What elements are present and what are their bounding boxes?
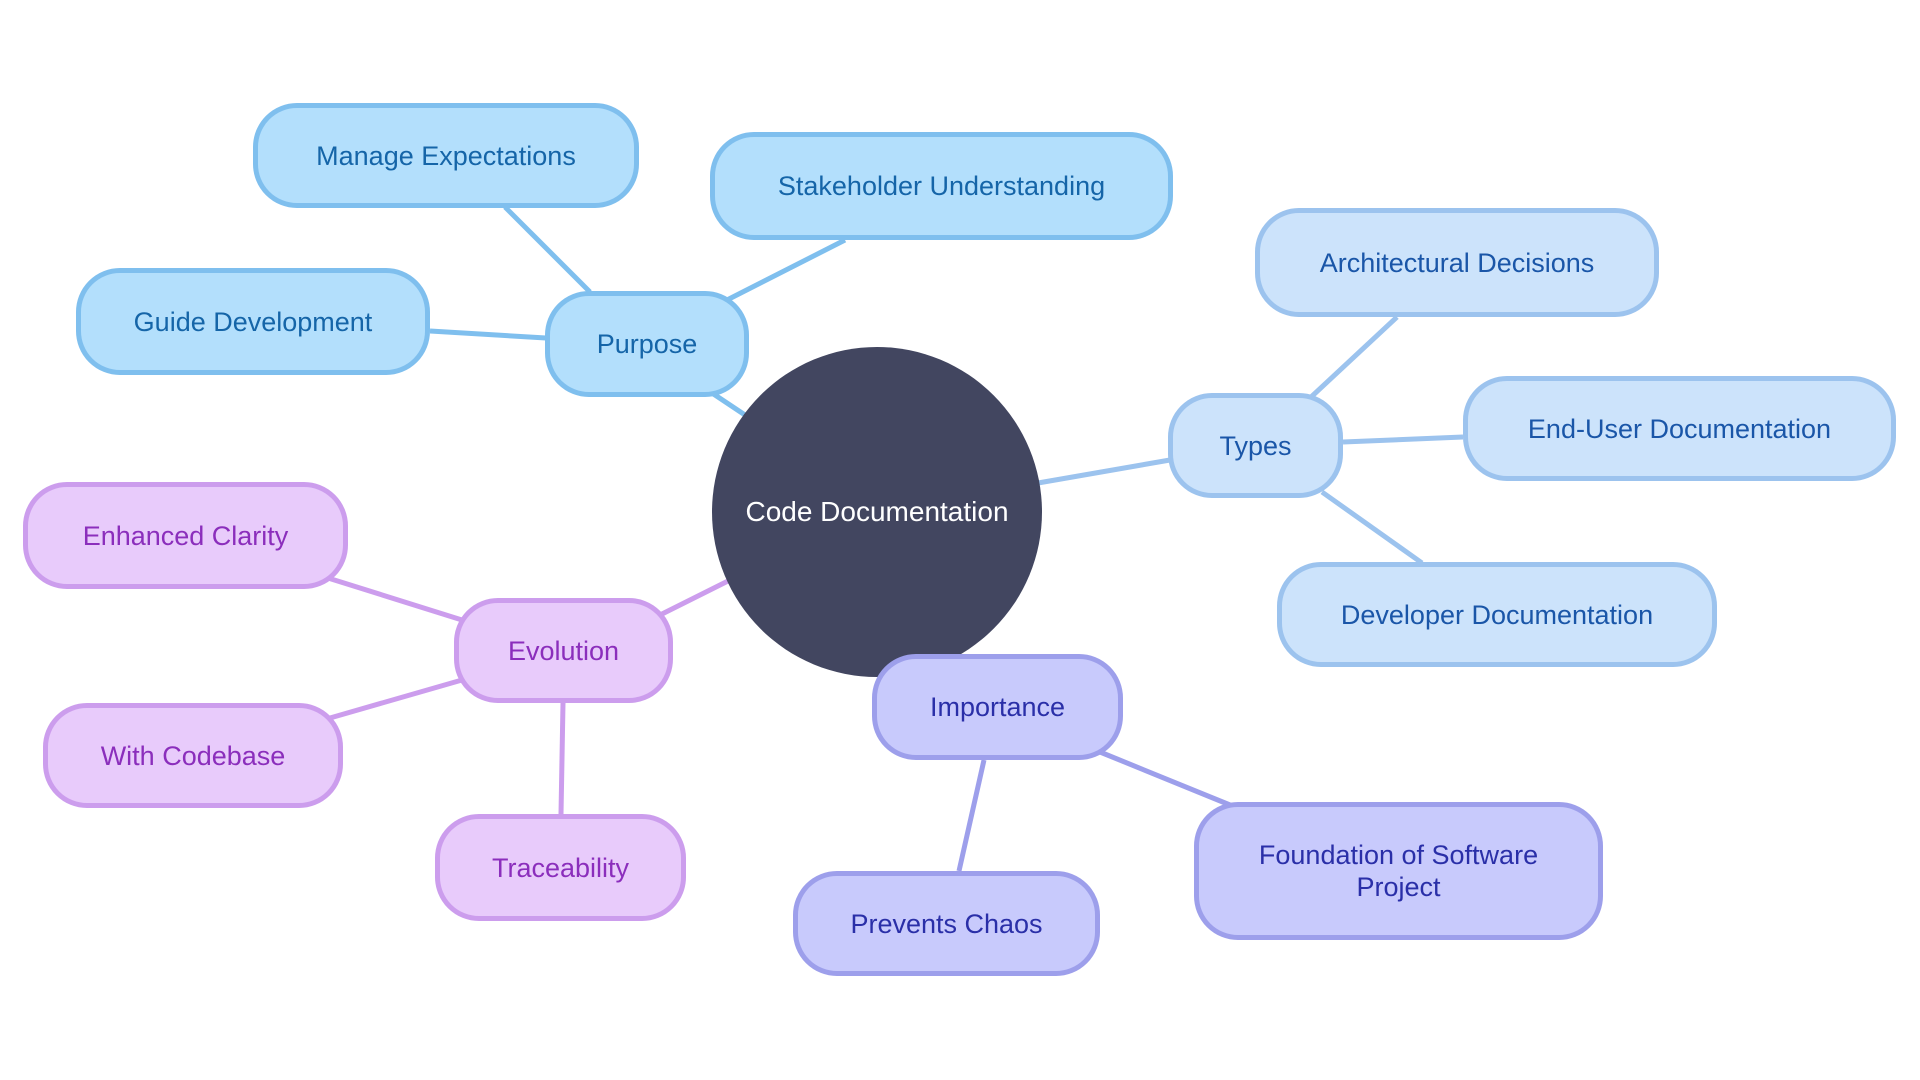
edge-purpose-guide-development: [429, 328, 547, 341]
node-label: Architectural Decisions: [1319, 247, 1595, 278]
node-label: Stakeholder Understanding: [777, 171, 1106, 201]
node-label: Foundation of Software Project: [1258, 840, 1539, 902]
node-label: Evolution: [507, 635, 620, 666]
edge-purpose-manage-expectations: [503, 205, 592, 294]
branch-node-purpose[interactable]: Purpose: [545, 291, 749, 397]
leaf-node-stakeholder-understanding[interactable]: Stakeholder Understanding: [710, 132, 1173, 240]
edge-evolution-enhanced-clarity: [327, 575, 463, 623]
leaf-node-traceability[interactable]: Traceability: [435, 814, 686, 921]
leaf-node-end-user-documentation[interactable]: End-User Documentation: [1463, 376, 1896, 481]
edge-purpose-stakeholder: [725, 237, 847, 303]
leaf-node-guide-development[interactable]: Guide Development: [76, 268, 430, 375]
edge-types-architectural: [1308, 315, 1399, 400]
leaf-node-developer-documentation[interactable]: Developer Documentation: [1277, 562, 1717, 667]
branch-node-importance[interactable]: Importance: [872, 654, 1123, 760]
leaf-node-manage-expectations[interactable]: Manage Expectations: [253, 103, 639, 208]
node-label: With Codebase: [100, 740, 286, 771]
node-label: Types: [1219, 430, 1292, 461]
root-node[interactable]: Code Documentation: [712, 347, 1042, 677]
node-label: Enhanced Clarity: [82, 520, 289, 551]
root-label: Code Documentation: [745, 496, 1009, 527]
edge-root-types: [1037, 457, 1171, 486]
branch-node-types[interactable]: Types: [1168, 393, 1343, 498]
edge-evolution-with-codebase: [329, 677, 463, 721]
branch-node-evolution[interactable]: Evolution: [454, 598, 673, 703]
node-label: End-User Documentation: [1527, 413, 1832, 444]
edge-types-developer: [1320, 489, 1424, 566]
edge-types-end-user: [1342, 434, 1464, 445]
leaf-node-enhanced-clarity[interactable]: Enhanced Clarity: [23, 482, 348, 589]
leaf-node-with-codebase[interactable]: With Codebase: [43, 703, 343, 808]
node-label: Manage Expectations: [316, 140, 576, 171]
node-label: Purpose: [596, 329, 698, 359]
node-label: Traceability: [491, 852, 630, 883]
edge-importance-prevents-chaos: [956, 759, 987, 872]
node-label: Guide Development: [133, 306, 373, 337]
node-label: Developer Documentation: [1340, 599, 1654, 630]
edge-importance-foundation: [1099, 749, 1236, 810]
leaf-node-foundation-of-software-project[interactable]: Foundation of Software Project: [1194, 802, 1603, 940]
edge-evolution-traceability: [558, 702, 566, 815]
node-label: Prevents Chaos: [850, 908, 1043, 939]
node-label: Importance: [929, 692, 1066, 722]
leaf-node-prevents-chaos[interactable]: Prevents Chaos: [793, 871, 1100, 976]
leaf-node-architectural-decisions[interactable]: Architectural Decisions: [1255, 208, 1659, 317]
